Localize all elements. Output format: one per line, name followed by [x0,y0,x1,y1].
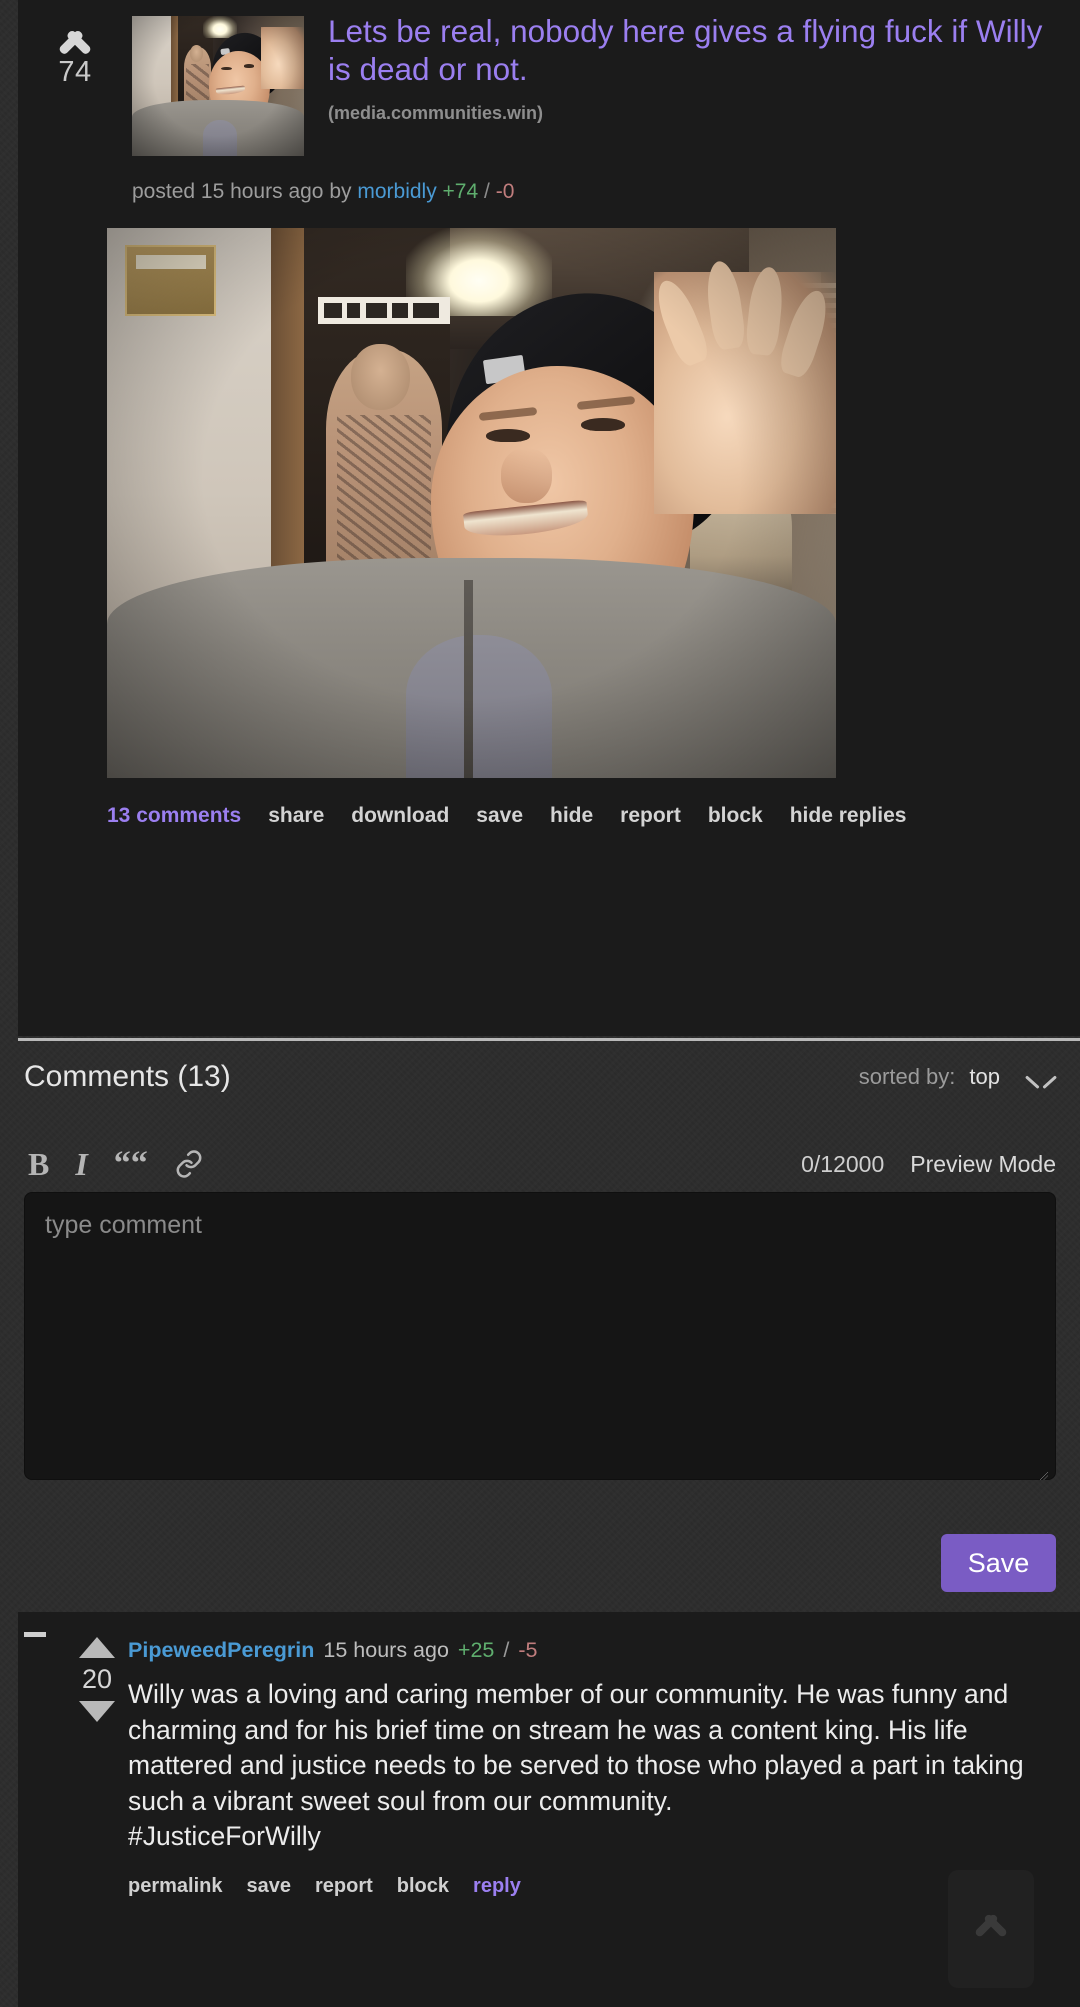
post-upvote-count: +74 [442,180,479,203]
comment-editor-toolbar: B I ““ 0/12000 Preview Mode [0,1145,1080,1183]
comment-link-save[interactable]: save [246,1875,291,1898]
triangle-up-icon[interactable] [79,1637,115,1658]
comment-link-report[interactable]: report [315,1875,373,1898]
italic-icon[interactable]: I [71,1146,91,1182]
post-score: 74 [58,56,92,88]
post-title-block: Lets be real, nobody here gives a flying… [304,10,1080,124]
chevron-up-icon [969,1904,1013,1930]
editor-format-icons: B I ““ [24,1145,208,1183]
post-image-content [107,228,836,778]
comment-text: Willy was a loving and caring member of … [128,1679,1024,1851]
save-button[interactable]: Save [941,1534,1056,1592]
comment-vote-column: 20 [70,1637,124,1722]
comment-upvote-count: +25 [457,1638,495,1662]
comment-body: PipeweedPeregrin 15 hours ago +25 / -5 W… [128,1638,1058,1898]
comments-count-title: Comments (13) [24,1060,231,1093]
post-link-download[interactable]: download [351,804,449,828]
comment-score: 20 [81,1664,113,1694]
post-action-links: 13 comments share download save hide report bl… [18,778,1080,828]
post-meta: posted 15 hours ago by morbidly +74 / -0 [18,156,1080,204]
comment-item: 20 PipeweedPeregrin 15 hours ago +25 / -… [18,1612,1080,2007]
comment-action-links: permalink save report block reply [128,1875,1058,1898]
post-link-report[interactable]: report [620,804,681,828]
comment-vote-separator: / [503,1638,510,1662]
bold-icon[interactable]: B [24,1146,53,1182]
post-header: 74 Lets be real, nobody here gives a fly… [18,0,1080,156]
comments-header: Comments (13) sorted by: top [0,1060,1080,1094]
post-page: 74 Lets be real, nobody here gives a fly… [0,0,1080,2007]
post-link-share[interactable]: share [268,804,324,828]
post-vote-separator: / [484,180,490,203]
triangle-down-icon[interactable] [79,1701,115,1722]
post-link-hide[interactable]: hide [550,804,593,828]
comment-sort-control[interactable]: sorted by: top [859,1064,1056,1090]
comment-sort-label: sorted by: [858,1064,956,1089]
comment-author-link[interactable]: PipeweedPeregrin [128,1638,314,1663]
comment-link-block[interactable]: block [397,1875,449,1898]
comment-link-permalink[interactable]: permalink [128,1875,222,1898]
post-link-save[interactable]: save [476,804,523,828]
character-counter: 0/12000 [801,1150,885,1177]
post-image[interactable] [107,228,836,778]
chevron-up-icon[interactable] [52,18,98,48]
collapse-minus-icon[interactable] [24,1632,46,1637]
comment-input[interactable] [24,1192,1056,1480]
comment-sort-value: top [969,1064,1000,1089]
post-link-block[interactable]: block [708,804,763,828]
post-vote-column: 74 [18,10,132,89]
link-icon[interactable] [170,1147,208,1181]
section-divider [18,1038,1080,1041]
textarea-resize-handle[interactable] [1040,1472,1048,1480]
chevron-down-icon[interactable] [1026,1068,1056,1086]
thumbnail-image [132,16,304,156]
comment-link-reply[interactable]: reply [473,1875,521,1898]
post-thumbnail[interactable] [132,16,304,156]
comment-downvote-count: -5 [518,1638,538,1662]
editor-toolbar-right: 0/12000 Preview Mode [801,1151,1056,1178]
post-link-hide-replies[interactable]: hide replies [790,804,907,828]
post-meta-posted: posted 15 hours ago by [132,180,352,203]
post-author-link[interactable]: morbidly [357,180,436,203]
back-to-top-button[interactable] [948,1870,1034,1988]
post-downvote-count: -0 [495,180,515,203]
post-link-13-comments[interactable]: 13 comments [107,804,241,828]
quote-icon[interactable]: ““ [110,1145,152,1183]
post-card: 74 Lets be real, nobody here gives a fly… [18,0,1080,1036]
post-domain-link[interactable]: (media.communities.win) [328,103,1060,124]
comment-timestamp: 15 hours ago [323,1638,449,1662]
comment-meta: PipeweedPeregrin 15 hours ago +25 / -5 [128,1638,1058,1663]
preview-mode-toggle[interactable]: Preview Mode [910,1151,1056,1178]
post-title-link[interactable]: Lets be real, nobody here gives a flying… [328,12,1060,89]
